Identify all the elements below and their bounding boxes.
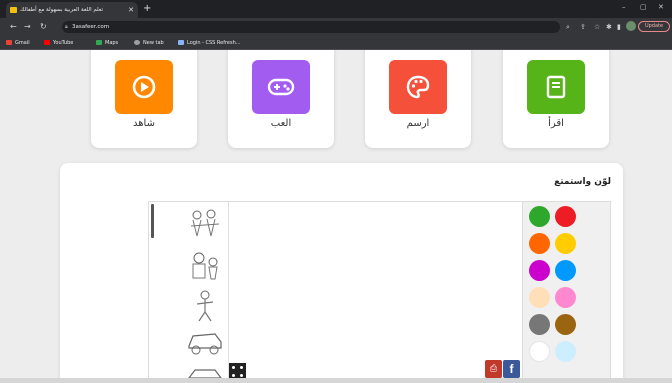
gamepad-icon bbox=[267, 78, 295, 96]
site-favicon-icon bbox=[10, 7, 17, 13]
card-read[interactable]: اقرأ bbox=[503, 50, 609, 148]
horizontal-scrollbar[interactable] bbox=[0, 378, 672, 383]
bookmark-gmail[interactable]: Gmail bbox=[6, 38, 30, 48]
card-play[interactable]: العب bbox=[228, 50, 334, 148]
picture-thumb-vehicle[interactable] bbox=[185, 362, 225, 378]
book-icon bbox=[546, 75, 566, 99]
picture-list-scrollbar[interactable] bbox=[151, 204, 154, 238]
facebook-share-icon[interactable]: f bbox=[503, 360, 520, 378]
color-swatch-light-blue[interactable] bbox=[555, 341, 576, 362]
color-swatch-brown[interactable] bbox=[555, 314, 576, 335]
bookmark-youtube[interactable]: YouTube bbox=[44, 38, 73, 48]
card-draw[interactable]: ارسم bbox=[365, 50, 471, 148]
picture-thumb-kids[interactable] bbox=[185, 248, 225, 284]
picture-thumb-car[interactable] bbox=[185, 322, 225, 358]
color-swatch-peach[interactable] bbox=[529, 287, 550, 308]
drawing-canvas[interactable] bbox=[229, 202, 521, 378]
card-draw-label: ارسم bbox=[406, 118, 430, 129]
coloring-panel: لوّن واستمتع ⎙ f bbox=[60, 163, 623, 378]
sidepanel-icon[interactable]: ▮ bbox=[617, 22, 621, 32]
bookmarks-bar: Gmail YouTube Maps New tab Login - CSS R… bbox=[0, 36, 672, 50]
bookmark-login[interactable]: Login - CSS Refresh... bbox=[178, 38, 241, 48]
color-swatch-orange[interactable] bbox=[529, 233, 550, 254]
login-icon bbox=[178, 40, 184, 45]
play-tile bbox=[252, 60, 310, 114]
globe-icon bbox=[134, 40, 140, 45]
color-swatch-blue[interactable] bbox=[555, 260, 576, 281]
address-url: 3asafeer.com bbox=[72, 24, 110, 30]
youtube-icon bbox=[44, 40, 50, 45]
color-swatch-pink[interactable] bbox=[555, 287, 576, 308]
update-button[interactable]: Update bbox=[638, 21, 670, 32]
picture-list bbox=[149, 202, 229, 378]
gmail-icon bbox=[6, 40, 12, 45]
browser-tab-strip: تعلم اللغة العربية بسهولة مع أطفالك ✕ + … bbox=[0, 0, 672, 18]
card-read-label: اقرأ bbox=[548, 118, 564, 129]
bookmark-new-tab[interactable]: New tab bbox=[134, 38, 164, 48]
coloring-title: لوّن واستمتع bbox=[554, 177, 611, 187]
picture-thumb-children[interactable] bbox=[185, 206, 225, 242]
zoom-icon[interactable]: ⌕ bbox=[566, 22, 570, 32]
maps-icon bbox=[96, 40, 102, 45]
extensions-icon[interactable]: ✱ bbox=[606, 22, 612, 32]
coloring-board: ⎙ f bbox=[148, 201, 611, 378]
minimize-icon[interactable]: – bbox=[622, 3, 626, 11]
new-tab-icon[interactable]: + bbox=[143, 3, 151, 15]
address-bar[interactable]: 🔒︎ 3asafeer.com bbox=[62, 21, 560, 33]
tab-title: تعلم اللغة العربية بسهولة مع أطفالك bbox=[20, 7, 104, 13]
color-swatch-white[interactable] bbox=[529, 341, 550, 362]
draw-tile bbox=[389, 60, 447, 114]
read-tile bbox=[527, 60, 585, 114]
close-window-icon[interactable]: ✕ bbox=[658, 3, 664, 11]
browser-toolbar: ← → ↻ 🔒︎ 3asafeer.com ⌕ ⇪ ☆ ✱ ▮ bbox=[0, 18, 672, 36]
palette-icon bbox=[406, 75, 430, 99]
color-swatch-red[interactable] bbox=[555, 206, 576, 227]
card-watch-label: شاهد bbox=[133, 118, 155, 129]
lock-icon: 🔒︎ bbox=[65, 24, 68, 30]
maximize-icon[interactable]: ▢ bbox=[640, 3, 647, 11]
reload-icon[interactable]: ↻ bbox=[40, 21, 47, 33]
color-swatch-yellow[interactable] bbox=[555, 233, 576, 254]
watch-tile bbox=[115, 60, 173, 114]
color-swatch-green[interactable] bbox=[529, 206, 550, 227]
card-watch[interactable]: شاهد bbox=[91, 50, 197, 148]
color-swatch-gray[interactable] bbox=[529, 314, 550, 335]
color-palette bbox=[522, 202, 610, 378]
profile-avatar[interactable] bbox=[626, 21, 636, 31]
close-tab-icon[interactable]: ✕ bbox=[128, 2, 134, 18]
dice-button[interactable] bbox=[229, 363, 246, 378]
share-icon[interactable]: ⇪ bbox=[580, 22, 586, 32]
card-play-label: العب bbox=[270, 118, 292, 129]
browser-tab[interactable]: تعلم اللغة العربية بسهولة مع أطفالك ✕ bbox=[6, 2, 138, 18]
color-swatch-magenta[interactable] bbox=[529, 260, 550, 281]
back-icon[interactable]: ← bbox=[10, 21, 17, 33]
bookmark-star-icon[interactable]: ☆ bbox=[594, 22, 600, 32]
play-icon bbox=[132, 75, 156, 99]
page-viewport: شاهد العب ارسم اقرأ لوّن واستمتع ⎙ f bbox=[0, 50, 672, 378]
bookmark-maps[interactable]: Maps bbox=[96, 38, 118, 48]
forward-icon[interactable]: → bbox=[24, 21, 31, 33]
print-icon[interactable]: ⎙ bbox=[485, 360, 502, 378]
picture-thumb-person[interactable] bbox=[185, 288, 225, 324]
